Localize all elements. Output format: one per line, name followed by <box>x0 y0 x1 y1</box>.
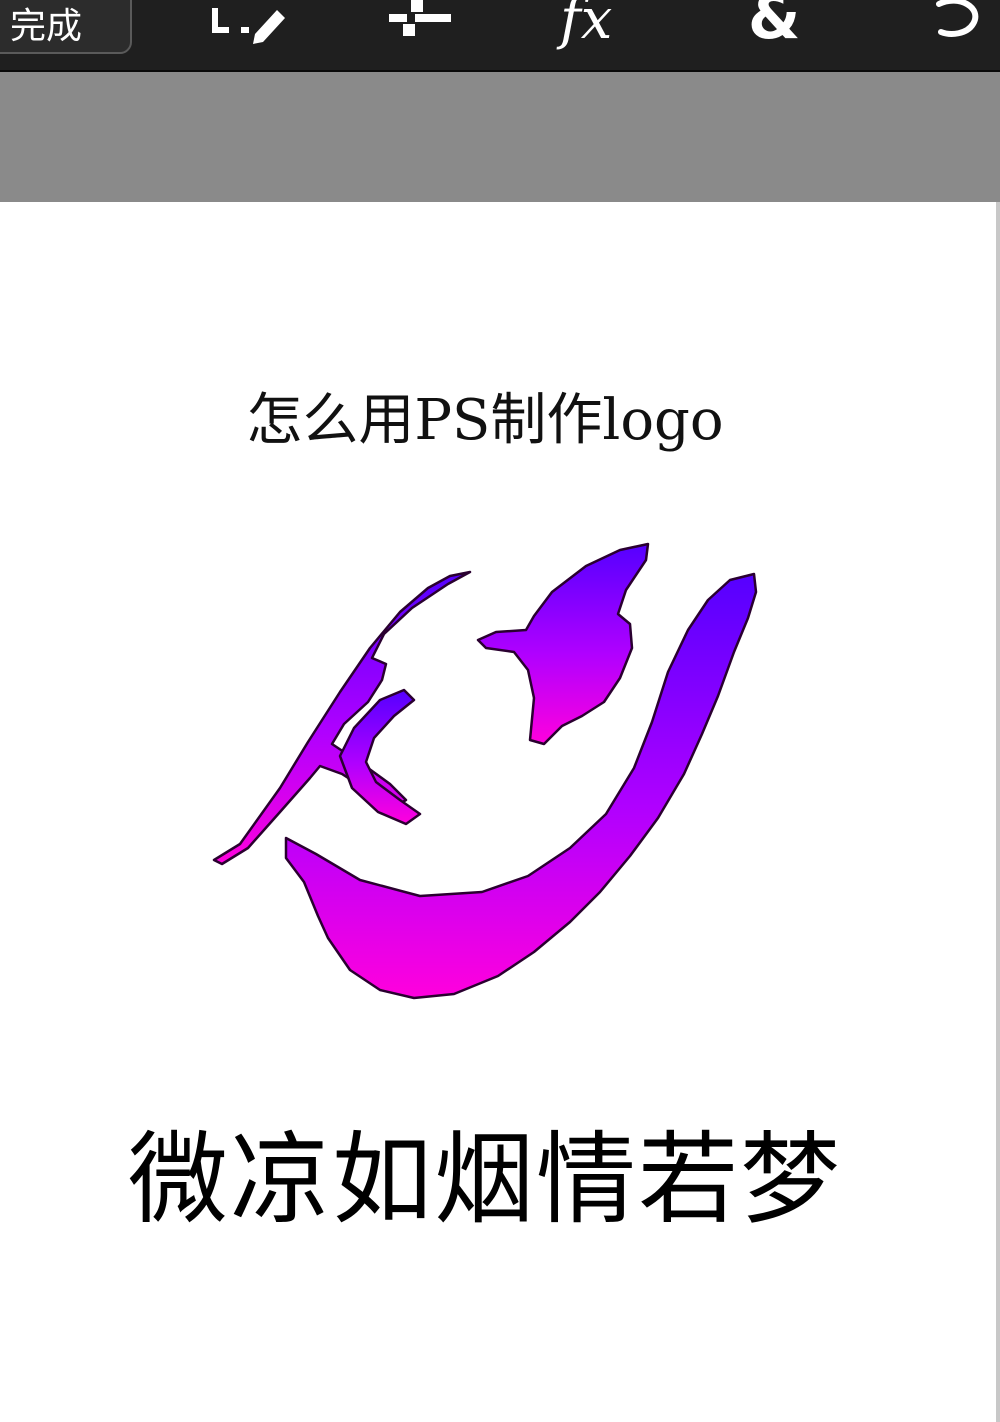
done-button[interactable]: 完成 <box>0 0 132 54</box>
workspace-background <box>0 72 1000 202</box>
canvas-title: 怎么用PS制作logo <box>246 388 724 453</box>
layers-adjust-icon[interactable] <box>385 0 455 60</box>
fx-label: fx <box>560 0 613 52</box>
ampersand-icon[interactable]: & <box>748 0 808 60</box>
fx-icon[interactable]: fx <box>560 0 640 60</box>
canvas-subtitle: 微凉如烟情若梦 <box>128 1121 842 1238</box>
canvas-edge <box>996 202 1000 1422</box>
ky-logo-image <box>212 542 758 1000</box>
undo-icon[interactable] <box>925 0 995 60</box>
ampersand-label: & <box>748 0 801 53</box>
top-toolbar: 完成 fx & <box>0 0 1000 70</box>
selection-edit-icon[interactable] <box>205 0 295 60</box>
